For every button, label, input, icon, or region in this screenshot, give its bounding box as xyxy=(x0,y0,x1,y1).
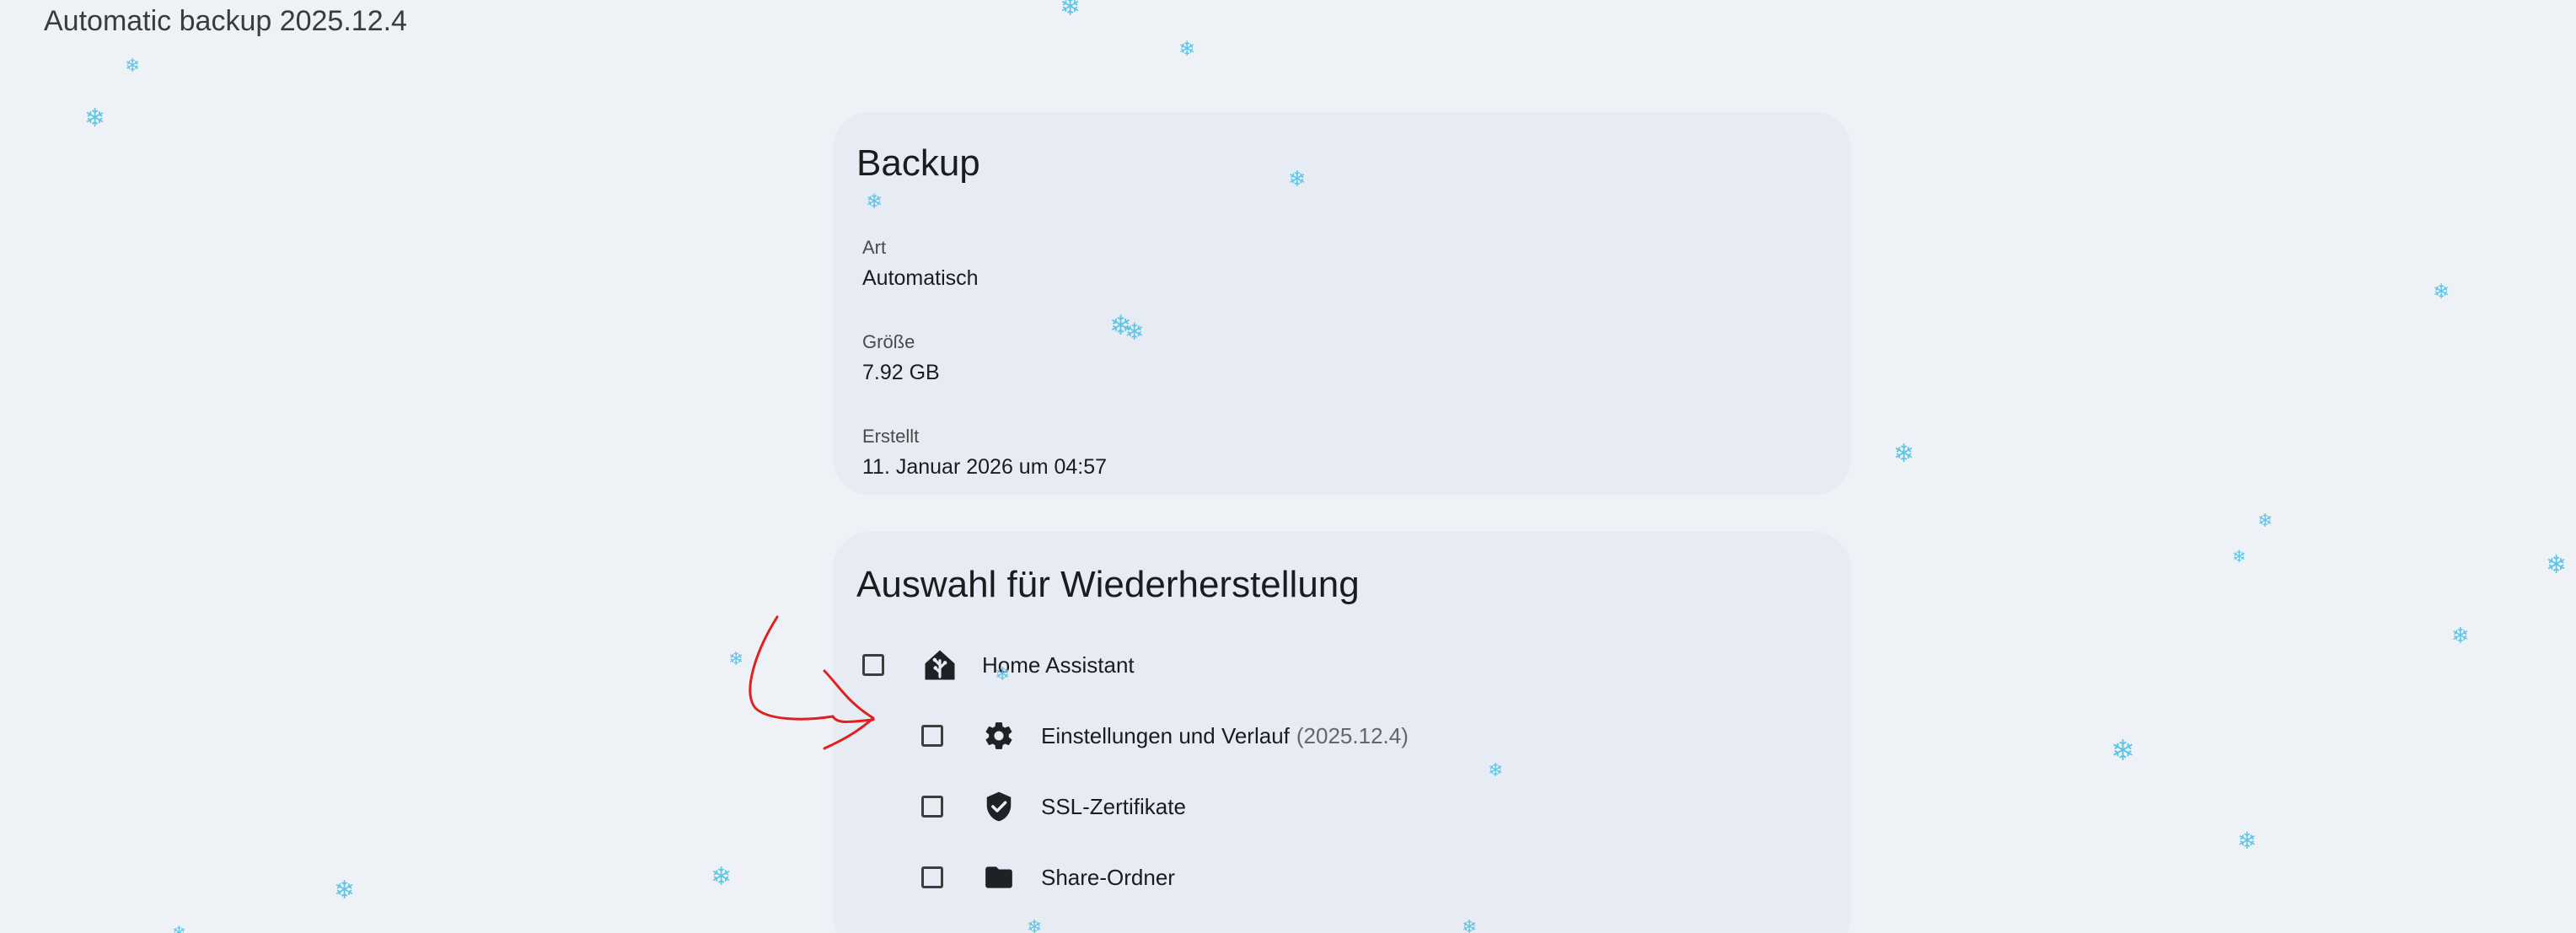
field-size-value: 7.92 GB xyxy=(862,361,940,384)
settings-history-name: Einstellungen und Verlauf xyxy=(1041,722,1290,748)
snowflake-icon: ❄ xyxy=(172,922,186,933)
snowflake-icon: ❄ xyxy=(2232,546,2246,566)
restore-item-settings-history[interactable]: Einstellungen und Verlauf (2025.12.4) xyxy=(921,710,1409,761)
restore-item-share-folder-label: Share-Ordner xyxy=(1041,864,1175,890)
field-created: Erstellt 11. Januar 2026 um 04:57 xyxy=(862,426,1107,480)
field-size-label: Größe xyxy=(862,331,915,352)
snowflake-icon: ❄ xyxy=(1288,167,1307,192)
snowflake-icon: ❄ xyxy=(125,56,141,77)
page-title: Automatic backup 2025.12.4 xyxy=(44,5,407,37)
restore-item-share-folder[interactable]: Share-Ordner xyxy=(921,852,1175,903)
field-type-label: Art xyxy=(862,237,887,258)
snowflake-icon: ❄ xyxy=(2257,511,2273,532)
annotation-arrow xyxy=(749,615,875,750)
snowflake-icon: ❄ xyxy=(84,104,106,133)
snowflake-icon: ❄ xyxy=(728,649,744,670)
checkbox-share-folder[interactable] xyxy=(921,866,943,888)
home-assistant-icon xyxy=(921,646,958,684)
restore-card-title: Auswahl für Wiederherstellung xyxy=(856,564,1360,605)
restore-item-ssl-certificates[interactable]: SSL-Zertifikate xyxy=(921,781,1186,832)
checkbox-settings-history[interactable] xyxy=(921,725,943,747)
gear-icon xyxy=(980,717,1017,754)
snowflake-icon: ❄ xyxy=(995,664,1011,685)
field-type: Art Automatisch xyxy=(862,237,979,291)
page: Automatic backup 2025.12.4 Backup Art Au… xyxy=(0,0,2576,933)
field-type-value: Automatisch xyxy=(862,266,979,290)
snowflake-icon: ❄ xyxy=(1060,0,1081,22)
backup-card-title: Backup xyxy=(856,142,980,184)
folder-icon xyxy=(980,859,1017,896)
backup-details-card: Backup Art Automatisch Größe 7.92 GB Ers… xyxy=(833,112,1851,495)
snowflake-icon: ❄ xyxy=(334,876,356,905)
snowflake-icon: ❄ xyxy=(2546,550,2568,580)
snowflake-icon: ❄ xyxy=(866,190,883,213)
field-created-label: Erstellt xyxy=(862,426,920,447)
snowflake-icon: ❄ xyxy=(2451,624,2470,649)
snowflake-icon: ❄ xyxy=(1027,917,1043,933)
snowflake-icon: ❄ xyxy=(1893,439,1915,469)
shield-check-icon xyxy=(980,788,1017,825)
snowflake-icon: ❄ xyxy=(1124,318,1145,346)
checkbox-ssl-certificates[interactable] xyxy=(921,796,943,818)
snowflake-icon: ❄ xyxy=(1488,760,1504,781)
restore-selection-card: Auswahl für Wiederherstellung Home Assis… xyxy=(833,532,1851,933)
settings-history-version: (2025.12.4) xyxy=(1296,722,1409,748)
field-size: Größe 7.92 GB xyxy=(862,331,940,385)
restore-item-ssl-certificates-label: SSL-Zertifikate xyxy=(1041,793,1186,819)
snowflake-icon: ❄ xyxy=(2111,734,2135,768)
snowflake-icon: ❄ xyxy=(2433,280,2450,303)
snowflake-icon: ❄ xyxy=(711,862,733,892)
snowflake-icon: ❄ xyxy=(1462,917,1478,933)
field-created-value: 11. Januar 2026 um 04:57 xyxy=(862,455,1108,479)
snowflake-icon: ❄ xyxy=(2237,827,2257,855)
snowflake-icon: ❄ xyxy=(1178,37,1196,61)
restore-item-settings-history-label: Einstellungen und Verlauf (2025.12.4) xyxy=(1041,723,1409,749)
